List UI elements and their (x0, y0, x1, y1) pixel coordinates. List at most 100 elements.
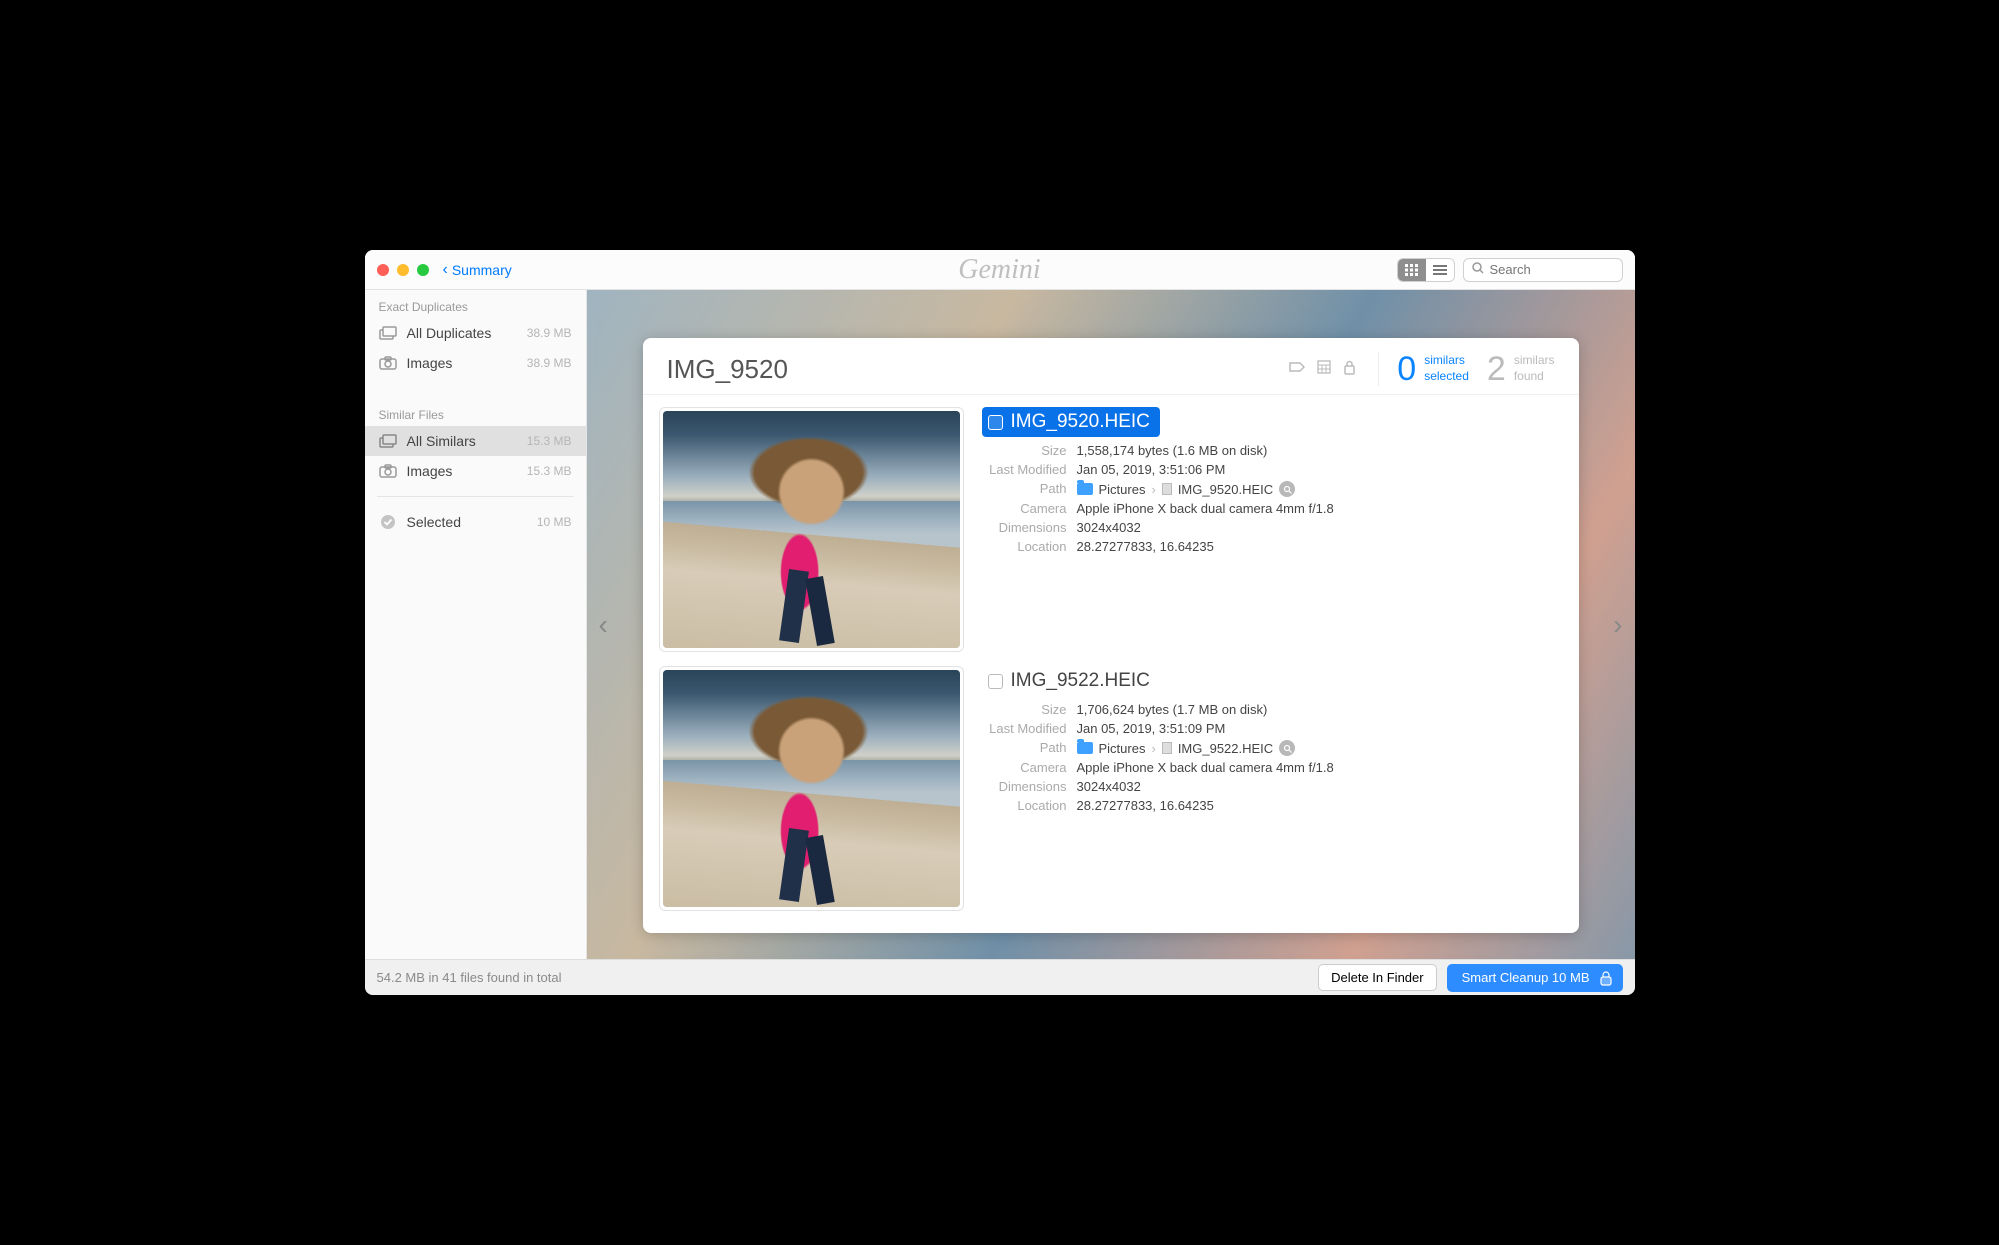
meta-value-size: 1,706,624 bytes (1.7 MB on disk) (1077, 702, 1563, 717)
stack-icon (379, 434, 397, 448)
stat-found: 2 similars found (1487, 352, 1555, 386)
photo-preview (663, 670, 960, 907)
back-label: Summary (452, 262, 512, 278)
zoom-window-button[interactable] (417, 264, 429, 276)
search-icon (1472, 262, 1484, 277)
previous-group-button[interactable]: ‹ (599, 609, 608, 641)
camera-icon (379, 464, 397, 478)
sidebar-divider (377, 496, 574, 497)
sidebar: Exact Duplicates All Duplicates 38.9 MB … (365, 290, 587, 959)
meta-value-dimensions: 3024x4032 (1077, 779, 1563, 794)
sidebar-item-selected[interactable]: Selected 10 MB (365, 507, 586, 537)
sidebar-section-exact: Exact Duplicates (365, 290, 586, 318)
thumbnail[interactable] (659, 666, 964, 911)
sidebar-item-size: 38.9 MB (527, 326, 572, 340)
camera-icon (379, 356, 397, 370)
footer-summary: 54.2 MB in 41 files found in total (377, 970, 562, 985)
reveal-in-finder-button[interactable] (1279, 740, 1295, 756)
lock-icon (1598, 970, 1614, 986)
meta-label-dimensions: Dimensions (982, 779, 1067, 794)
sidebar-item-label: All Similars (407, 433, 517, 449)
file-meta: IMG_9520.HEIC Size 1,558,174 bytes (1.6 … (982, 407, 1563, 652)
titlebar: ‹ Summary Gemini (365, 250, 1635, 290)
minimize-window-button[interactable] (397, 264, 409, 276)
folder-icon (1077, 742, 1093, 754)
sidebar-item-label: Selected (407, 514, 527, 530)
meta-label-camera: Camera (982, 501, 1067, 516)
meta-label-camera: Camera (982, 760, 1067, 775)
checkbox-icon (988, 674, 1003, 689)
file-select-toggle[interactable]: IMG_9520.HEIC (982, 407, 1160, 437)
file-meta: IMG_9522.HEIC Size 1,706,624 bytes (1.7 … (982, 666, 1563, 911)
chevron-left-icon: ‹ (443, 261, 448, 279)
close-window-button[interactable] (377, 264, 389, 276)
back-to-summary-button[interactable]: ‹ Summary (443, 261, 512, 279)
main-content: ‹ › IMG_9520 (587, 290, 1635, 959)
chevron-right-icon: › (1151, 482, 1155, 497)
sidebar-item-images-similar[interactable]: Images 15.3 MB (365, 456, 586, 486)
file-name: IMG_9520.HEIC (1011, 411, 1150, 433)
header-stats: 0 similars selected 2 similars found (1378, 352, 1554, 386)
meta-value-size: 1,558,174 bytes (1.6 MB on disk) (1077, 443, 1563, 458)
sidebar-item-size: 15.3 MB (527, 434, 572, 448)
search-input[interactable] (1490, 262, 1614, 277)
sidebar-item-all-similars[interactable]: All Similars 15.3 MB (365, 426, 586, 456)
folder-icon (1077, 483, 1093, 495)
stat-selected: 0 similars selected (1397, 352, 1469, 386)
reveal-in-finder-button[interactable] (1279, 481, 1295, 497)
meta-value-location: 28.27277833, 16.64235 (1077, 798, 1563, 813)
meta-value-path: Pictures › IMG_9522.HEIC (1077, 740, 1563, 756)
meta-value-path: Pictures › IMG_9520.HEIC (1077, 481, 1563, 497)
header-action-icons (1289, 360, 1356, 379)
file-icon (1162, 483, 1172, 495)
app-window: ‹ Summary Gemini Exact Duplicates (365, 250, 1635, 995)
meta-value-modified: Jan 05, 2019, 3:51:06 PM (1077, 462, 1563, 477)
meta-label-dimensions: Dimensions (982, 520, 1067, 535)
window-controls (377, 264, 429, 276)
meta-value-modified: Jan 05, 2019, 3:51:09 PM (1077, 721, 1563, 736)
meta-label-size: Size (982, 702, 1067, 717)
meta-label-modified: Last Modified (982, 462, 1067, 477)
next-group-button[interactable]: › (1613, 609, 1622, 641)
footer: 54.2 MB in 41 files found in total Delet… (365, 959, 1635, 995)
view-mode-toggle (1397, 258, 1455, 282)
meta-label-path: Path (982, 481, 1067, 497)
file-name: IMG_9522.HEIC (1011, 670, 1150, 692)
checkmark-circle-icon (379, 515, 397, 529)
file-select-toggle[interactable]: IMG_9522.HEIC (982, 666, 1160, 696)
meta-value-location: 28.27277833, 16.64235 (1077, 539, 1563, 554)
meta-label-location: Location (982, 798, 1067, 813)
stat-found-count: 2 (1487, 352, 1506, 386)
list-view-button[interactable] (1426, 259, 1454, 281)
sidebar-item-label: Images (407, 463, 517, 479)
meta-label-location: Location (982, 539, 1067, 554)
lock-icon[interactable] (1343, 360, 1356, 379)
photo-preview (663, 411, 960, 648)
sidebar-item-label: Images (407, 355, 517, 371)
file-row: IMG_9520.HEIC Size 1,558,174 bytes (1.6 … (657, 403, 1565, 662)
tag-icon[interactable] (1289, 360, 1305, 379)
sidebar-item-all-duplicates[interactable]: All Duplicates 38.9 MB (365, 318, 586, 348)
meta-label-path: Path (982, 740, 1067, 756)
card-body: IMG_9520.HEIC Size 1,558,174 bytes (1.6 … (643, 395, 1579, 933)
sidebar-item-images-exact[interactable]: Images 38.9 MB (365, 348, 586, 378)
smart-cleanup-label: Smart Cleanup 10 MB (1462, 970, 1590, 985)
search-box[interactable] (1463, 258, 1623, 282)
thumbnail[interactable] (659, 407, 964, 652)
meta-value-camera: Apple iPhone X back dual camera 4mm f/1.… (1077, 760, 1563, 775)
stack-icon (379, 326, 397, 340)
grid-view-button[interactable] (1398, 259, 1426, 281)
meta-label-modified: Last Modified (982, 721, 1067, 736)
meta-value-dimensions: 3024x4032 (1077, 520, 1563, 535)
checkbox-icon (988, 415, 1003, 430)
detail-card: IMG_9520 (643, 338, 1579, 933)
sidebar-item-size: 38.9 MB (527, 356, 572, 370)
card-header: IMG_9520 (643, 338, 1579, 395)
sidebar-item-size: 10 MB (537, 515, 572, 529)
delete-in-finder-button[interactable]: Delete In Finder (1318, 964, 1437, 991)
meta-value-camera: Apple iPhone X back dual camera 4mm f/1.… (1077, 501, 1563, 516)
group-title: IMG_9520 (667, 354, 788, 385)
smart-cleanup-button[interactable]: Smart Cleanup 10 MB (1447, 964, 1623, 992)
calculator-icon[interactable] (1317, 360, 1331, 379)
sidebar-section-similar: Similar Files (365, 398, 586, 426)
